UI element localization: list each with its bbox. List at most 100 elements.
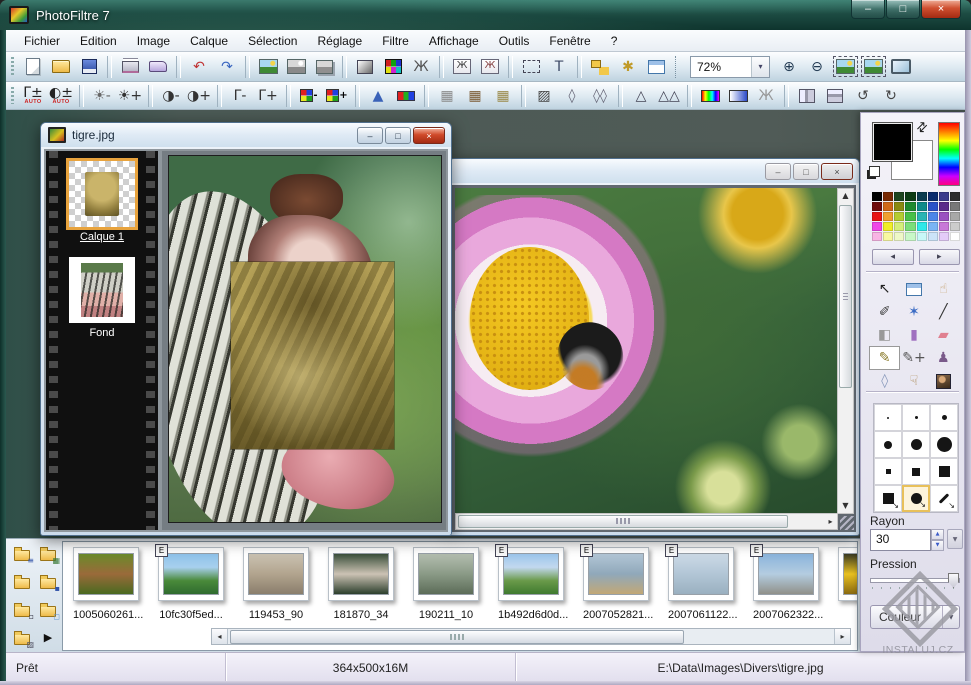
vertical-scroll-thumb[interactable] — [839, 205, 852, 388]
layer-thumbnail[interactable] — [69, 257, 135, 323]
thumbnail-card[interactable] — [838, 547, 858, 601]
palette-color[interactable] — [950, 202, 960, 211]
palette-color[interactable] — [905, 212, 915, 221]
menu-item[interactable]: Image — [127, 31, 180, 51]
tiger-window-titlebar[interactable]: tigre.jpg –□× — [41, 123, 451, 147]
pasted-layer-preview[interactable] — [231, 262, 394, 449]
palette-color[interactable] — [917, 192, 927, 201]
palette-prev-button[interactable]: ◂ — [872, 249, 914, 265]
scroll-up-icon[interactable]: ▲ — [838, 189, 853, 203]
smudge-tool-icon[interactable]: ☟ — [899, 370, 928, 392]
pipette-tool-icon[interactable]: ✐ — [870, 301, 899, 323]
explorer-tree-icon[interactable] — [587, 55, 613, 79]
pression-slider[interactable] — [870, 573, 960, 589]
palette-color[interactable] — [872, 202, 882, 211]
scroll-down-icon[interactable]: ▼ — [838, 499, 853, 513]
folder-save-icon[interactable]: ▪ — [38, 573, 58, 590]
folder-pattern-icon[interactable]: ▨ — [12, 629, 32, 646]
brush-square-medium[interactable] — [902, 458, 930, 485]
auto-levels-icon[interactable]: Γ±AUTO — [20, 84, 46, 108]
transparent-figure-icon[interactable]: Ж — [408, 55, 434, 79]
palette-color[interactable] — [928, 212, 938, 221]
figure-copy-icon[interactable]: Ж — [449, 55, 475, 79]
layer-item[interactable]: Calque 1 — [60, 161, 144, 243]
vertical-scrollbar[interactable]: ▲ ▼ — [837, 188, 854, 514]
thumbnail[interactable]: E 2007061122... — [668, 547, 734, 635]
open-folder-icon[interactable] — [48, 55, 74, 79]
menu-item[interactable]: Sélection — [238, 31, 307, 51]
scroll-right-icon[interactable]: ▸ — [824, 517, 837, 526]
menu-item[interactable]: ? — [601, 31, 628, 51]
gradient-box-icon[interactable] — [352, 55, 378, 79]
blur-tool-icon[interactable]: ◊ — [870, 370, 899, 392]
palette-color[interactable] — [950, 222, 960, 231]
eraser-tool-icon[interactable]: ▰ — [929, 324, 958, 346]
art-tool-icon[interactable] — [929, 370, 958, 392]
module-window-icon[interactable] — [643, 55, 669, 79]
folder-open-icon[interactable] — [12, 573, 32, 590]
spin-up-icon[interactable]: ▲ — [931, 529, 944, 540]
redo-icon[interactable]: ↷ — [214, 55, 240, 79]
palette-color[interactable] — [905, 222, 915, 231]
palette-color[interactable] — [917, 222, 927, 231]
blur-icon[interactable]: ◊ — [559, 84, 585, 108]
scan-icon[interactable] — [145, 55, 171, 79]
brush-tool-icon[interactable]: ✎ — [870, 347, 899, 369]
save-icon[interactable] — [76, 55, 102, 79]
zoom-combobox[interactable]: 72% ▾ — [690, 56, 770, 78]
thumbnail-card[interactable]: E — [583, 547, 649, 601]
pattern-brown-icon[interactable]: ▦ — [462, 84, 488, 108]
brush-dot-large[interactable] — [930, 404, 958, 431]
browser-scrollbar[interactable]: ◂ ▸ — [211, 628, 851, 645]
print-icon[interactable] — [117, 55, 143, 79]
menu-item[interactable]: Fenêtre — [539, 31, 600, 51]
image-gray-icon[interactable] — [283, 55, 309, 79]
palette-color[interactable] — [928, 232, 938, 241]
palette-color[interactable] — [928, 192, 938, 201]
selection-marquee-icon[interactable] — [518, 55, 544, 79]
horizontal-scroll-thumb[interactable] — [458, 515, 788, 528]
rayon-stepper[interactable]: ▲ ▼ — [931, 529, 944, 549]
minimize-button[interactable]: – — [357, 127, 383, 144]
thumbnail-card[interactable] — [73, 547, 139, 601]
menu-item[interactable]: Edition — [70, 31, 127, 51]
foreground-color-chip[interactable] — [872, 122, 913, 162]
contrast-minus-icon[interactable]: ◑- — [158, 84, 184, 108]
menu-item[interactable]: Filtre — [372, 31, 419, 51]
reset-colors-icon[interactable] — [869, 166, 880, 177]
hand-tool-icon[interactable]: ☝ — [929, 278, 958, 300]
brush-square-small[interactable] — [874, 458, 902, 485]
gamma-minus-icon[interactable]: Γ- — [227, 84, 253, 108]
brush-dot-small[interactable] — [874, 404, 902, 431]
palette-color[interactable] — [894, 202, 904, 211]
thumbnail[interactable]: 181870_34 — [328, 547, 394, 635]
fullscreen-icon[interactable] — [888, 55, 914, 79]
palette-color[interactable] — [939, 212, 949, 221]
text-tool-icon[interactable]: T — [546, 55, 572, 79]
figure-gray-icon[interactable]: Ж — [753, 84, 779, 108]
window-titlebar[interactable]: PhotoFiltre 7 –□× — [0, 0, 971, 30]
palette-color[interactable] — [917, 232, 927, 241]
sharpen-icon[interactable]: △ — [628, 84, 654, 108]
image-duplicate-icon[interactable] — [311, 55, 337, 79]
pattern-gold-icon[interactable]: ▦ — [490, 84, 516, 108]
palette-color[interactable] — [883, 202, 893, 211]
folder-selection-icon[interactable]: ▫ — [12, 601, 32, 618]
palette-color[interactable] — [883, 212, 893, 221]
close-button[interactable]: × — [921, 0, 961, 19]
palette-color[interactable] — [917, 202, 927, 211]
image-landscape-icon[interactable] — [255, 55, 281, 79]
palette-color[interactable] — [905, 202, 915, 211]
spin-down-icon[interactable]: ▼ — [931, 540, 944, 551]
rayon-dropdown[interactable]: ▼ — [947, 529, 963, 549]
brush-circle-small[interactable] — [874, 431, 902, 458]
palette-color[interactable] — [894, 212, 904, 221]
palette-color[interactable] — [905, 192, 915, 201]
palette-color[interactable] — [928, 222, 938, 231]
undo-icon[interactable]: ↶ — [186, 55, 212, 79]
thumbnail-card[interactable] — [328, 547, 394, 601]
thumbnail[interactable]: 1005060261... — [73, 547, 139, 635]
thumbnail-card[interactable]: E — [753, 547, 819, 601]
resize-grip[interactable] — [840, 516, 854, 530]
scroll-right-icon[interactable]: ▸ — [834, 629, 850, 644]
